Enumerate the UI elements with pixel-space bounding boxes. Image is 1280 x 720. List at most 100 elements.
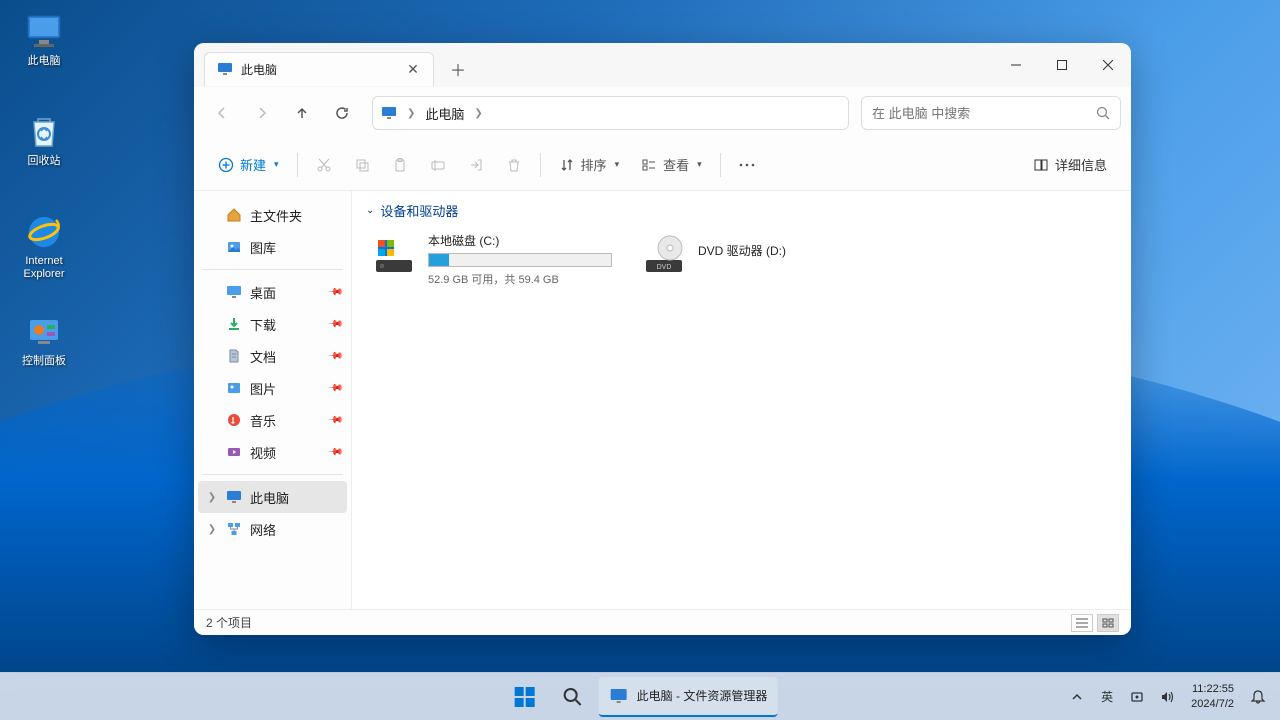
sidebar-item-network[interactable]: ❯网络: [198, 513, 347, 545]
chevron-down-icon: ▾: [274, 159, 279, 170]
titlebar[interactable]: 此电脑 ✕ ＋: [194, 43, 1131, 87]
breadcrumb[interactable]: ❯ 此电脑 ❯: [372, 96, 849, 130]
drive-usage-bar: [428, 253, 612, 267]
pin-icon: 📌: [326, 284, 343, 301]
taskbar-center: 此电脑 - 文件资源管理器: [503, 673, 778, 720]
group-header-devices[interactable]: ⌄ 设备和驱动器: [366, 201, 1117, 220]
sidebar-item-home[interactable]: 主文件夹: [198, 199, 347, 231]
details-button[interactable]: 详细信息: [1023, 147, 1117, 183]
drive-size: 52.9 GB 可用，共 59.4 GB: [428, 271, 612, 287]
home-icon: [226, 207, 242, 223]
sidebar-item-desktop[interactable]: 桌面📌: [198, 276, 347, 308]
content-area[interactable]: ⌄ 设备和驱动器 本地磁盘 (C:) 52.9 GB 可用，共 59.4 GB …: [352, 191, 1131, 609]
download-icon: [226, 316, 242, 332]
chevron-down-icon: ▾: [697, 159, 702, 170]
search-icon[interactable]: [1096, 106, 1110, 120]
desktop-icon-recycle-bin[interactable]: 回收站: [8, 108, 80, 186]
tray-security-icon[interactable]: [1123, 677, 1151, 717]
search-button[interactable]: [551, 677, 595, 717]
forward-button[interactable]: [244, 95, 280, 131]
sidebar-item-videos[interactable]: 视频📌: [198, 436, 347, 468]
new-button[interactable]: 新建▾: [208, 147, 289, 183]
sidebar-item-downloads[interactable]: 下载📌: [198, 308, 347, 340]
cut-button[interactable]: [306, 147, 342, 183]
minimize-button[interactable]: [993, 43, 1039, 87]
sidebar-item-this-pc[interactable]: ❯此电脑: [198, 481, 347, 513]
monitor-icon: [24, 12, 64, 52]
taskbar[interactable]: 此电脑 - 文件资源管理器 英 11:22:55 2024/7/2: [0, 672, 1280, 720]
chevron-down-icon: ▾: [615, 159, 620, 170]
taskbar-right: 英 11:22:55 2024/7/2: [1063, 673, 1272, 720]
desktop-icon: [226, 284, 242, 300]
sidebar-item-pictures[interactable]: 图片📌: [198, 372, 347, 404]
navbar: ❯ 此电脑 ❯: [194, 87, 1131, 139]
rename-button[interactable]: [420, 147, 456, 183]
file-explorer-window: 此电脑 ✕ ＋ ❯ 此电脑 ❯ 新建▾: [194, 43, 1131, 635]
maximize-button[interactable]: [1039, 43, 1085, 87]
pin-icon: 📌: [326, 380, 343, 397]
sidebar-item-music[interactable]: 音乐📌: [198, 404, 347, 436]
more-button[interactable]: [729, 147, 765, 183]
new-tab-button[interactable]: ＋: [442, 53, 474, 85]
delete-button[interactable]: [496, 147, 532, 183]
back-button[interactable]: [204, 95, 240, 131]
window-body: 主文件夹 图库 桌面📌 下载📌 文档📌 图片📌 音乐📌 视频📌 ❯此电脑 ❯网络…: [194, 191, 1131, 609]
tab-this-pc[interactable]: 此电脑 ✕: [204, 52, 434, 86]
monitor-icon: [226, 489, 242, 505]
desktop-icon-control-panel[interactable]: 控制面板: [8, 308, 80, 386]
expand-icon[interactable]: ❯: [206, 492, 218, 503]
taskbar-app-explorer[interactable]: 此电脑 - 文件资源管理器: [599, 677, 778, 717]
sidebar-item-gallery[interactable]: 图库: [198, 231, 347, 263]
chevron-down-icon: ⌄: [366, 205, 374, 216]
drive-icon: [370, 232, 418, 280]
refresh-button[interactable]: [324, 95, 360, 131]
expand-icon[interactable]: ❯: [206, 524, 218, 535]
search-box[interactable]: [861, 96, 1121, 130]
chevron-right-icon[interactable]: ❯: [401, 108, 421, 119]
volume-icon[interactable]: [1153, 677, 1181, 717]
pin-icon: 📌: [326, 412, 343, 429]
copy-button[interactable]: [344, 147, 380, 183]
search-input[interactable]: [872, 106, 1096, 121]
taskbar-clock[interactable]: 11:22:55 2024/7/2: [1183, 682, 1242, 711]
window-controls: [993, 43, 1131, 87]
view-button[interactable]: 查看▾: [631, 147, 712, 183]
sidebar: 主文件夹 图库 桌面📌 下载📌 文档📌 图片📌 音乐📌 视频📌 ❯此电脑 ❯网络: [194, 191, 352, 609]
desktop-icon-this-pc[interactable]: 此电脑: [8, 8, 80, 86]
start-button[interactable]: [503, 677, 547, 717]
tile-view-button[interactable]: [1097, 614, 1119, 632]
sort-button[interactable]: 排序▾: [549, 147, 630, 183]
ie-icon: [24, 212, 64, 252]
up-button[interactable]: [284, 95, 320, 131]
tray-chevron[interactable]: [1063, 677, 1091, 717]
separator: [202, 269, 343, 270]
desktop-icon-label: 回收站: [28, 155, 61, 168]
music-icon: [226, 412, 242, 428]
drive-c[interactable]: 本地磁盘 (C:) 52.9 GB 可用，共 59.4 GB: [366, 228, 616, 291]
sidebar-item-documents[interactable]: 文档📌: [198, 340, 347, 372]
desktop-icons: 此电脑 回收站 Internet Explorer 控制面板: [8, 8, 80, 408]
desktop-icon-ie[interactable]: Internet Explorer: [8, 208, 80, 286]
monitor-icon: [379, 103, 399, 123]
pin-icon: 📌: [326, 348, 343, 365]
chevron-right-icon[interactable]: ❯: [468, 108, 488, 119]
drive-name: DVD 驱动器 (D:): [698, 242, 882, 259]
drives-list: 本地磁盘 (C:) 52.9 GB 可用，共 59.4 GB DVD DVD 驱…: [366, 228, 1117, 291]
monitor-icon: [217, 61, 233, 77]
tab-close-button[interactable]: ✕: [405, 61, 421, 77]
desktop-icon-label: 控制面板: [22, 355, 66, 368]
list-view-button[interactable]: [1071, 614, 1093, 632]
paste-button[interactable]: [382, 147, 418, 183]
share-button[interactable]: [458, 147, 494, 183]
ime-indicator[interactable]: 英: [1093, 677, 1121, 717]
pin-icon: 📌: [326, 444, 343, 461]
breadcrumb-item[interactable]: 此电脑: [421, 104, 468, 123]
pin-icon: 📌: [326, 316, 343, 333]
picture-icon: [226, 380, 242, 396]
item-count: 2 个项目: [206, 614, 252, 631]
notifications-icon[interactable]: [1244, 677, 1272, 717]
view-toggle: [1071, 614, 1119, 632]
control-panel-icon: [24, 312, 64, 352]
close-button[interactable]: [1085, 43, 1131, 87]
drive-dvd[interactable]: DVD DVD 驱动器 (D:): [636, 228, 886, 291]
